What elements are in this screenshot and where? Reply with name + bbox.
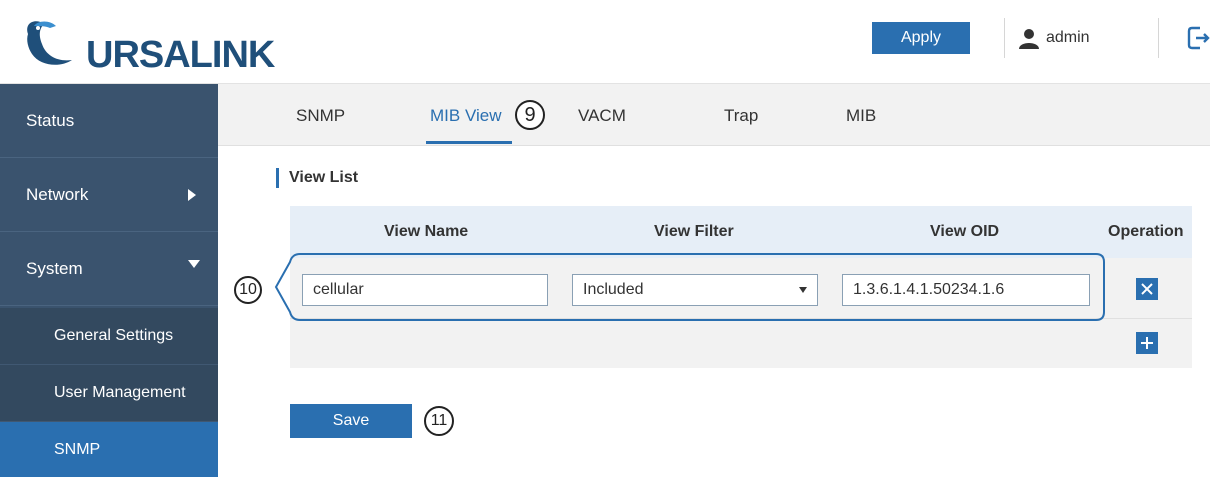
tab-mib-view[interactable]: MIB View	[430, 106, 502, 126]
username-label: admin	[1046, 29, 1090, 46]
add-row-button[interactable]	[1136, 332, 1158, 354]
sidebar-subitem-label: General Settings	[54, 327, 174, 344]
tab-mib[interactable]: MIB	[846, 106, 876, 126]
user-menu[interactable]: admin	[1018, 24, 1090, 52]
sidebar-item-status[interactable]: Status	[0, 84, 218, 158]
dropdown-caret-icon	[799, 287, 807, 293]
header-divider	[1004, 18, 1005, 58]
active-tab-indicator	[426, 141, 512, 144]
chevron-right-icon	[188, 189, 196, 201]
close-icon	[1141, 283, 1153, 295]
section-title: View List	[276, 168, 358, 188]
user-icon	[1019, 29, 1039, 49]
tab-bar	[218, 84, 1210, 146]
apply-button[interactable]: Apply	[872, 22, 970, 54]
save-button[interactable]: Save	[290, 404, 412, 438]
sidebar-subitem-general-settings[interactable]: General Settings	[0, 308, 218, 365]
view-name-input[interactable]: cellular	[302, 274, 548, 306]
sidebar-subitem-label: User Management	[54, 384, 186, 401]
sidebar-item-system[interactable]: System	[0, 232, 218, 306]
column-header-operation: Operation	[1108, 223, 1184, 240]
callout-number: 9	[515, 100, 545, 130]
header: URSALINK Apply admin	[0, 0, 1210, 84]
table-header: View Name View Filter View OID Operation	[290, 206, 1192, 258]
header-divider	[1158, 18, 1159, 58]
sidebar-subitem-user-management[interactable]: User Management	[0, 365, 218, 422]
page: URSALINK Apply admin Status Network Syst…	[0, 0, 1210, 477]
sidebar-item-label: System	[26, 258, 83, 278]
sidebar-item-label: Network	[26, 184, 89, 204]
delete-row-button[interactable]	[1136, 278, 1158, 300]
view-filter-select[interactable]: Included	[572, 274, 818, 306]
ursalink-logo[interactable]: URSALINK	[20, 14, 275, 76]
chevron-down-icon	[188, 260, 200, 268]
tab-vacm[interactable]: VACM	[578, 106, 626, 126]
bear-logo-icon	[27, 21, 72, 65]
sidebar-item-label: Status	[26, 110, 75, 130]
plus-icon	[1141, 337, 1153, 349]
sidebar-subitem-label: SNMP	[54, 441, 101, 458]
callout-number: 11	[424, 406, 454, 436]
tab-trap[interactable]: Trap	[724, 106, 758, 126]
logout-icon[interactable]	[1186, 22, 1210, 54]
view-filter-value: Included	[583, 281, 644, 298]
sidebar-item-network[interactable]: Network	[0, 158, 218, 232]
view-oid-input[interactable]: 1.3.6.1.4.1.50234.1.6	[842, 274, 1090, 306]
sidebar: Status Network System General Settings U…	[0, 84, 218, 477]
column-header-view-name: View Name	[384, 223, 469, 240]
tab-snmp[interactable]: SNMP	[296, 106, 345, 126]
column-header-view-oid: View OID	[930, 223, 1000, 240]
column-header-view-filter: View Filter	[654, 223, 734, 240]
logo-text: URSALINK	[86, 34, 275, 76]
sidebar-subitem-snmp[interactable]: SNMP	[0, 422, 218, 477]
callout-number: 10	[234, 276, 262, 304]
